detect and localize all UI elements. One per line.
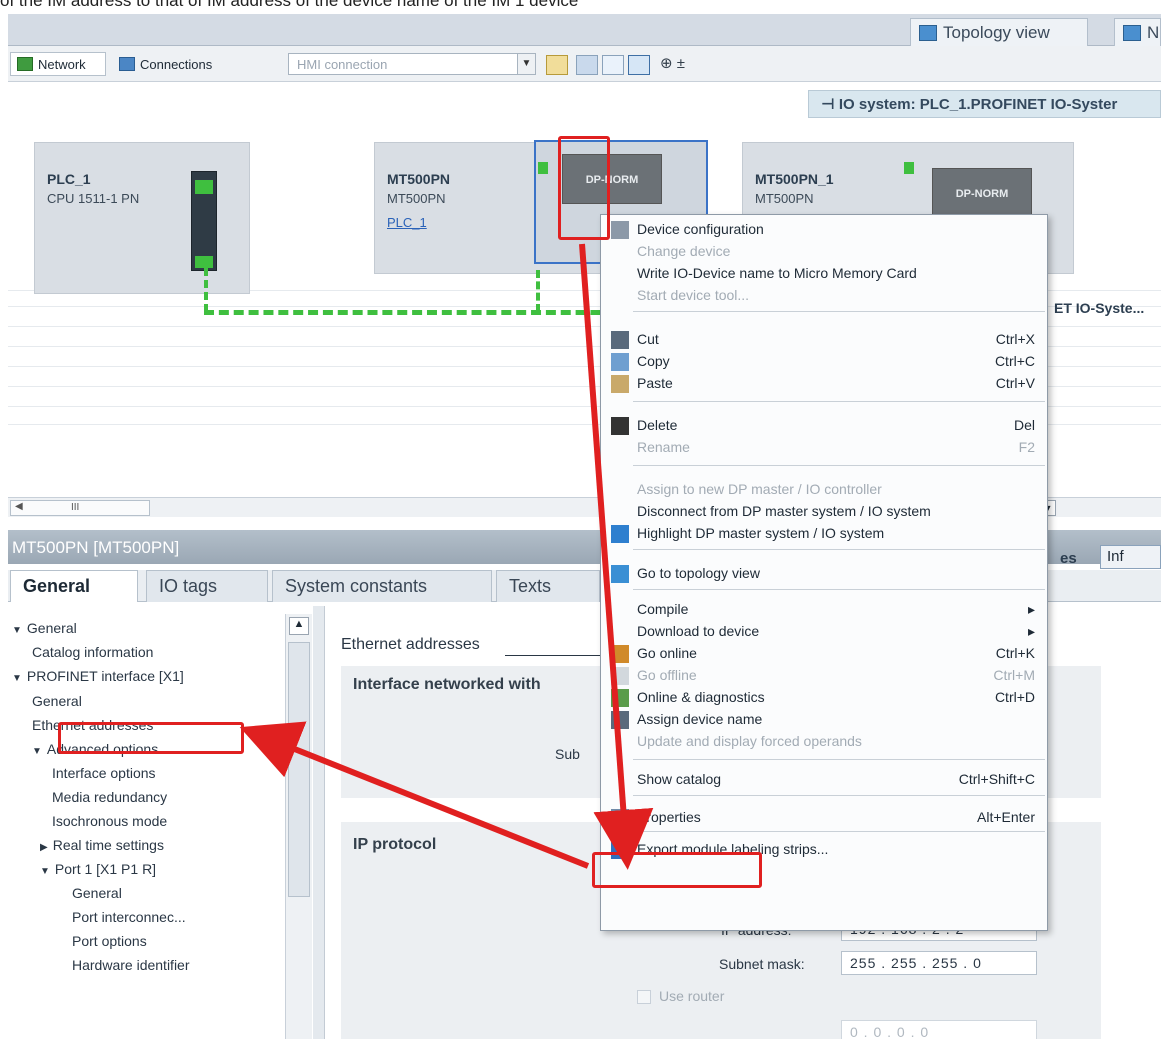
- annotation-arrows: [239, 243, 654, 870]
- arrow-to-properties: [579, 243, 654, 870]
- arrow-to-ethernet-addresses: [239, 721, 590, 869]
